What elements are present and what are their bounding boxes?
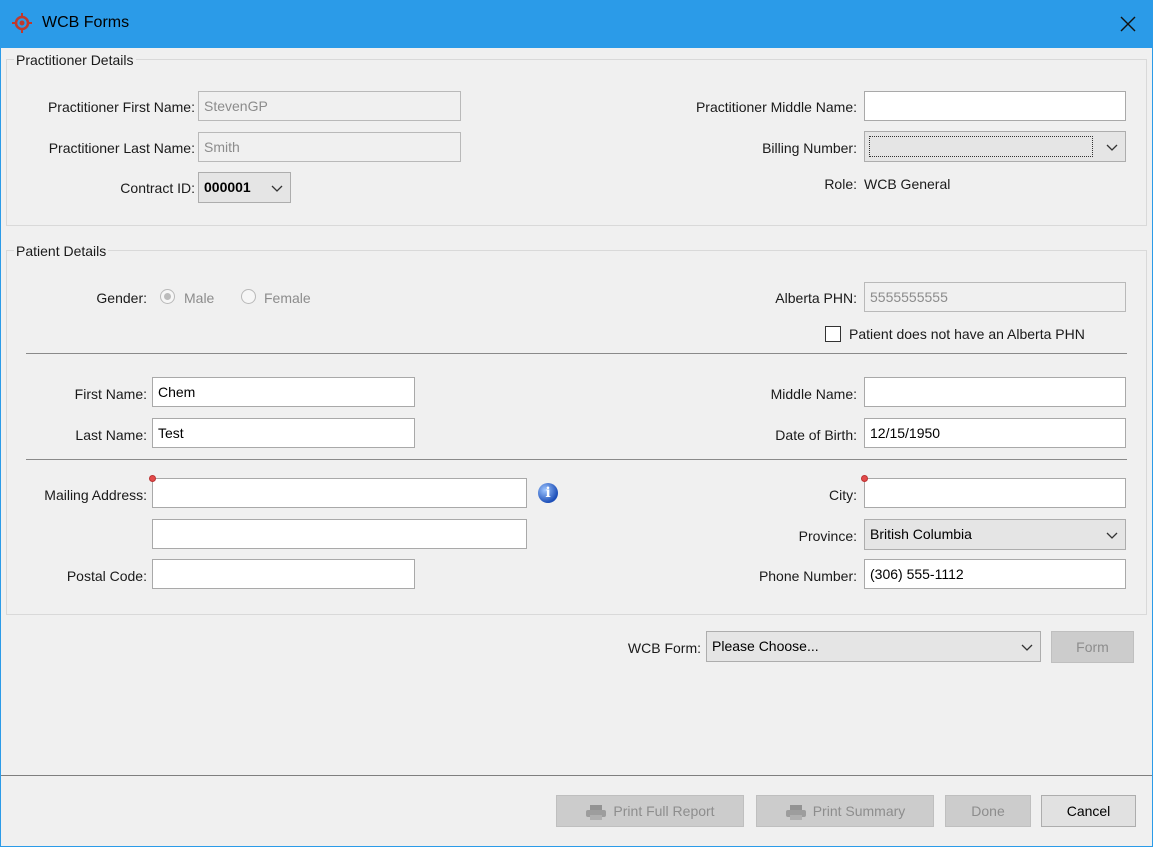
chevron-down-icon — [1021, 644, 1033, 651]
no-alberta-phn-label: Patient does not have an Alberta PHN — [849, 326, 1085, 342]
contract-id-value: 000001 — [204, 179, 251, 195]
patient-details-legend: Patient Details — [14, 243, 109, 259]
mailing-address-line1-field[interactable] — [152, 478, 527, 508]
form-button[interactable]: Form — [1051, 631, 1134, 663]
wcb-form-value: Please Choose... — [712, 638, 819, 654]
dialog-client: Practitioner Details Practitioner First … — [1, 48, 1152, 846]
gender-label: Gender: — [96, 290, 147, 306]
print-full-report-label: Print Full Report — [613, 803, 715, 819]
title-bar: WCB Forms — [0, 0, 1153, 48]
date-of-birth-field[interactable]: 12/15/1950 — [864, 418, 1126, 448]
middle-name-field[interactable] — [864, 377, 1126, 407]
gender-male-radio[interactable] — [160, 289, 175, 304]
divider — [26, 353, 1127, 354]
practitioner-middle-name-field[interactable] — [864, 91, 1126, 121]
practitioner-first-name-label: Practitioner First Name: — [47, 99, 195, 115]
cancel-button[interactable]: Cancel — [1041, 795, 1136, 827]
middle-name-label: Middle Name: — [770, 386, 857, 402]
gender-male-label: Male — [184, 290, 215, 306]
gender-female-radio[interactable] — [241, 289, 256, 304]
form-area: Practitioner Details Practitioner First … — [1, 48, 1152, 776]
role-label: Role: — [824, 176, 857, 192]
wcb-form-dropdown[interactable]: Please Choose... — [706, 631, 1041, 662]
wcb-form-label: WCB Form: — [627, 640, 701, 656]
chevron-down-icon — [1106, 144, 1118, 151]
last-name-field[interactable]: Test — [152, 418, 415, 448]
province-dropdown[interactable]: British Columbia — [864, 519, 1126, 550]
billing-number-label: Billing Number: — [762, 140, 857, 156]
radio-selected-dot — [164, 293, 171, 300]
city-label: City: — [829, 487, 857, 503]
printer-icon — [785, 805, 806, 821]
practitioner-middle-name-label: Practitioner Middle Name: — [695, 99, 857, 115]
practitioner-last-name-field[interactable]: Smith — [198, 132, 461, 162]
mailing-address-label: Mailing Address: — [44, 487, 147, 503]
first-name-field[interactable]: Chem — [152, 377, 415, 407]
wcb-app-icon — [12, 13, 32, 33]
practitioner-last-name-label: Practitioner Last Name: — [48, 140, 195, 156]
chevron-down-icon — [1106, 532, 1118, 539]
postal-code-field[interactable] — [152, 559, 415, 589]
required-marker — [861, 475, 868, 482]
postal-code-label: Postal Code: — [66, 568, 147, 584]
print-full-report-button[interactable]: Print Full Report — [556, 795, 744, 827]
contract-id-dropdown[interactable]: 000001 — [198, 172, 291, 203]
alberta-phn-field[interactable]: 5555555555 — [864, 282, 1126, 312]
done-button[interactable]: Done — [945, 795, 1031, 827]
date-of-birth-label: Date of Birth: — [775, 427, 857, 443]
practitioner-first-name-field[interactable]: StevenGP — [198, 91, 461, 121]
required-marker — [149, 475, 156, 482]
first-name-label: First Name: — [74, 386, 147, 402]
gender-female-label: Female — [264, 290, 311, 306]
divider — [26, 459, 1127, 460]
last-name-label: Last Name: — [75, 427, 147, 443]
phone-number-field[interactable]: (306) 555-1112 — [864, 559, 1126, 589]
focus-indicator — [869, 136, 1093, 157]
practitioner-details-legend: Practitioner Details — [14, 52, 136, 68]
info-icon[interactable]: i — [538, 483, 558, 503]
print-summary-button[interactable]: Print Summary — [756, 795, 934, 827]
billing-number-dropdown[interactable] — [864, 131, 1126, 162]
window-title: WCB Forms — [42, 14, 130, 31]
no-alberta-phn-checkbox[interactable] — [825, 326, 841, 342]
printer-icon — [586, 805, 607, 821]
print-summary-label: Print Summary — [812, 803, 906, 819]
phone-number-label: Phone Number: — [758, 568, 857, 584]
province-value: British Columbia — [870, 526, 972, 542]
mailing-address-line2-field[interactable] — [152, 519, 527, 549]
alberta-phn-label: Alberta PHN: — [775, 290, 857, 306]
footer-bar: Print Full Report Print Summary Done Can… — [1, 776, 1152, 846]
close-icon[interactable] — [1118, 14, 1138, 34]
city-field[interactable] — [864, 478, 1126, 508]
province-label: Province: — [798, 528, 857, 544]
contract-id-label: Contract ID: — [120, 180, 195, 196]
role-value: WCB General — [864, 176, 951, 192]
chevron-down-icon — [271, 185, 283, 192]
